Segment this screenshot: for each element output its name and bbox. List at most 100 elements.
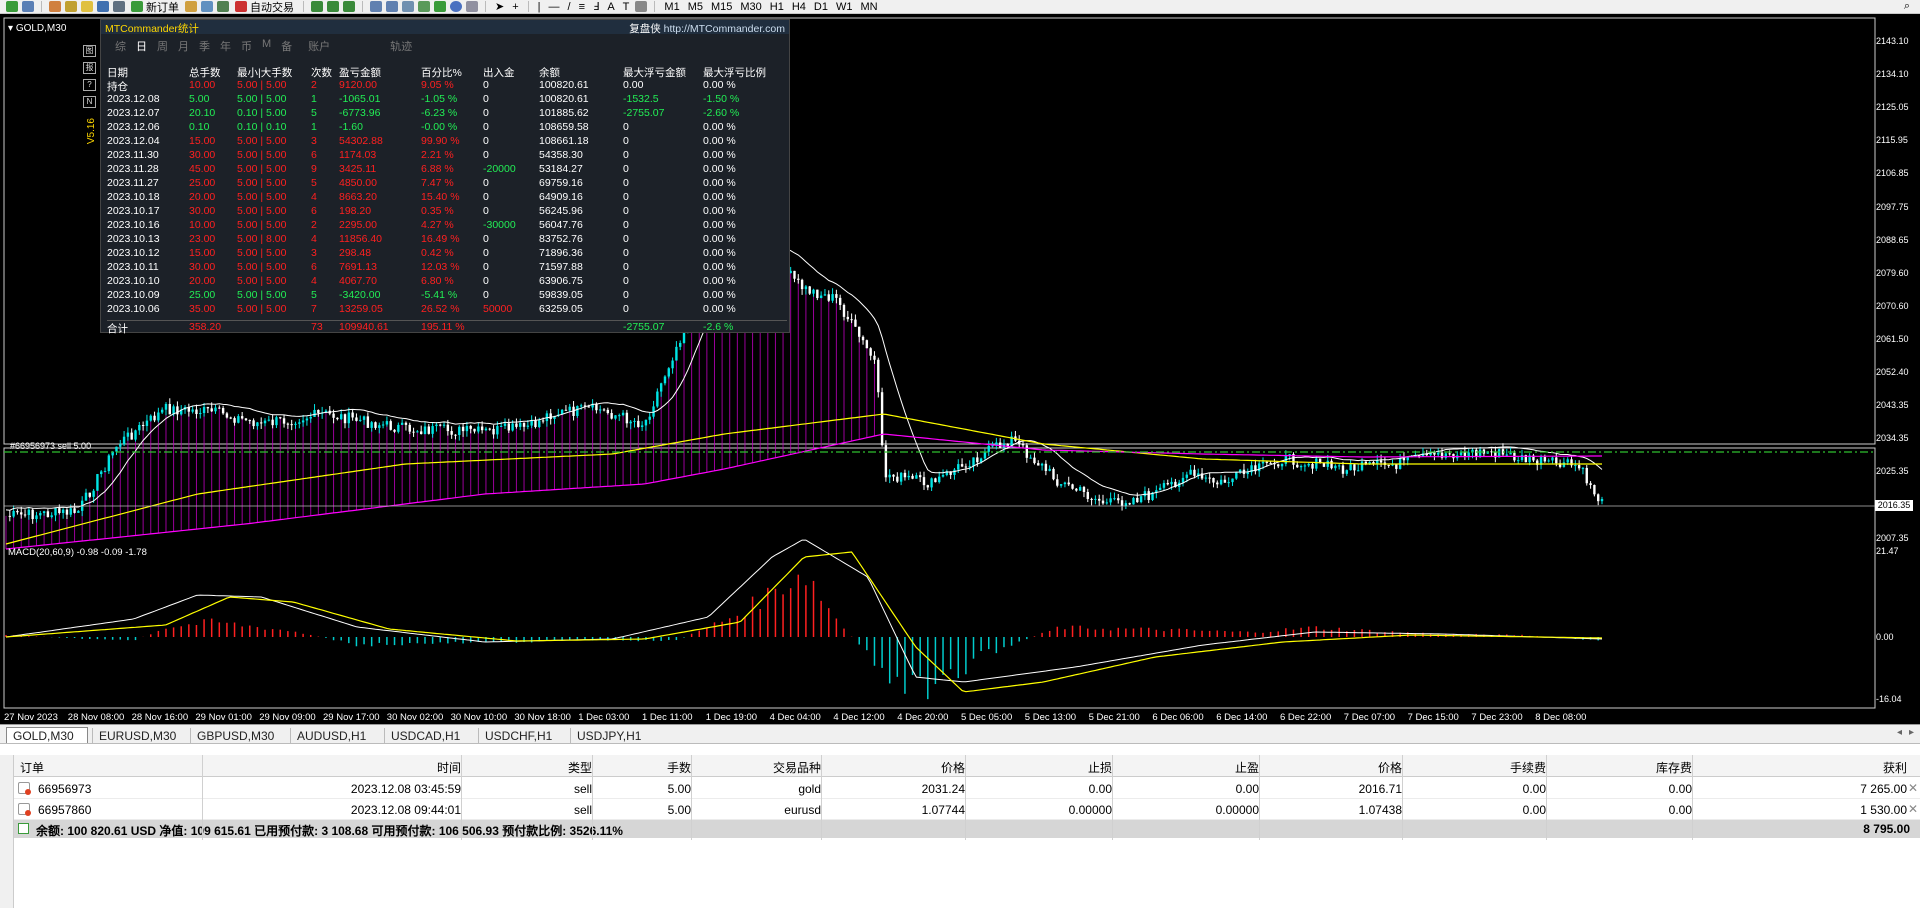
new-chart-icon[interactable]	[6, 1, 18, 12]
stats-period-tab[interactable]: 综	[115, 38, 126, 53]
market-icon[interactable]	[217, 1, 229, 12]
side-button-n[interactable]: N	[83, 96, 96, 108]
tabs-scroll-left-icon[interactable]: ◂	[1897, 727, 1902, 738]
chart-shift-icon[interactable]	[418, 1, 430, 12]
price-tick-label: 2025.35	[1876, 466, 1909, 477]
text-icon[interactable]: A	[605, 0, 616, 13]
stats-period-tab[interactable]: 年	[220, 38, 231, 53]
side-button-report[interactable]: 报	[83, 62, 96, 74]
side-button-chart[interactable]: 图	[83, 45, 96, 57]
timeframe-d1-button[interactable]: D1	[812, 0, 830, 13]
stats-period-tab[interactable]: 轨迹	[390, 38, 412, 53]
tabs-scroll-right-icon[interactable]: ▸	[1909, 727, 1914, 738]
orders-column-header[interactable]: 止盈	[1235, 759, 1259, 776]
orders-column-header[interactable]: 止损	[1088, 759, 1112, 776]
timeframe-h1-button[interactable]: H1	[768, 0, 786, 13]
order-line-label: #66956973 sell 5.00	[10, 441, 92, 451]
arrows-icon[interactable]	[635, 1, 648, 12]
stats-cell: 6	[311, 149, 317, 161]
orders-column-header[interactable]: 类型	[568, 759, 592, 776]
cursor-icon[interactable]: ➤	[493, 0, 506, 13]
trendline-icon[interactable]: /	[566, 0, 573, 13]
orders-column-header[interactable]: 库存费	[1656, 759, 1692, 776]
terminal-icon[interactable]	[97, 1, 109, 12]
chart-tab[interactable]: USDJPY,H1	[570, 728, 654, 744]
fibonacci-icon[interactable]: Ⅎ	[591, 0, 601, 13]
timeframe-m1-button[interactable]: M1	[662, 0, 681, 13]
orders-column-header[interactable]: 手数	[667, 759, 691, 776]
candle-body	[1067, 482, 1070, 485]
timeframe-m30-button[interactable]: M30	[738, 0, 763, 13]
auto-trade-button[interactable]: 自动交易	[233, 0, 296, 13]
candle-chart-icon[interactable]	[327, 1, 339, 12]
timeframe-m5-button[interactable]: M5	[686, 0, 705, 13]
orders-column-header[interactable]: 价格	[941, 759, 965, 776]
candle-body	[667, 368, 670, 377]
period-icon[interactable]	[450, 1, 462, 12]
stats-cell: 0	[623, 191, 629, 203]
favorites-icon[interactable]	[81, 1, 93, 12]
bar-chart-icon[interactable]	[311, 1, 323, 12]
timeframe-mn-button[interactable]: MN	[858, 0, 879, 13]
toolbar-separator	[527, 1, 529, 12]
equidistant-channel-icon[interactable]: ≡	[577, 0, 587, 13]
timeframe-w1-button[interactable]: W1	[834, 0, 855, 13]
stats-cell: 20.00	[189, 275, 216, 287]
meta-editor-icon[interactable]	[185, 1, 197, 12]
time-tick-label: 28 Nov 08:00	[67, 712, 125, 723]
orders-column-header[interactable]: 价格	[1378, 759, 1402, 776]
stats-period-tab[interactable]: 币	[241, 38, 252, 53]
search-icon[interactable]: ⌕	[1902, 0, 1912, 13]
close-order-icon[interactable]: ✕	[1908, 781, 1918, 795]
candle-body	[499, 425, 503, 427]
tile-windows-icon[interactable]	[402, 1, 414, 12]
stats-row: 2023.10.18 20.00 5.00 | 5.00 4 8663.20 15.40 …	[107, 191, 787, 205]
vertical-line-icon[interactable]: |	[536, 0, 543, 13]
new-order-button[interactable]: 新订单	[129, 0, 181, 13]
line-chart-icon[interactable]	[343, 1, 355, 12]
chart-tab[interactable]: AUDUSD,H1	[290, 728, 380, 744]
orders-column-header[interactable]: 手续费	[1510, 759, 1546, 776]
orders-column-header[interactable]: 时间	[437, 759, 461, 776]
stats-period-tab[interactable]: 备	[281, 38, 292, 53]
signals-icon[interactable]	[201, 1, 213, 12]
stats-link[interactable]: 复盘侠 http://MTCommander.com	[629, 21, 785, 36]
chart-window[interactable]: ▾ GOLD,M30 图 报 ? N V5.16 #66956973 sell …	[0, 14, 1920, 724]
stats-cell: -2755.07	[623, 107, 665, 119]
market-watch-icon[interactable]	[49, 1, 61, 12]
orders-column-header[interactable]: 交易品种	[773, 759, 821, 776]
price-tick-label: 2106.85	[1876, 168, 1909, 179]
horizontal-line-icon[interactable]: —	[547, 0, 562, 13]
side-button-help[interactable]: ?	[83, 79, 96, 91]
zoom-in-icon[interactable]	[370, 1, 382, 12]
order-row[interactable]: 66957860 2023.12.08 09:44:01 sell 5.00 eurus…	[14, 799, 1920, 820]
stats-period-tab[interactable]: 日	[136, 38, 147, 53]
crosshair-icon[interactable]: +	[510, 0, 520, 13]
stats-cell: 2023.10.06	[107, 303, 160, 315]
stats-period-tab[interactable]: 周	[157, 38, 168, 53]
stats-cell: 4	[311, 275, 317, 287]
chart-tab[interactable]: GOLD,M30	[6, 727, 88, 743]
order-row[interactable]: 66956973 2023.12.08 03:45:59 sell 5.00 gold 2…	[14, 778, 1920, 799]
navigator-icon[interactable]	[65, 1, 77, 12]
timeframe-m15-button[interactable]: M15	[709, 0, 734, 13]
tester-icon[interactable]	[113, 1, 125, 12]
close-order-icon[interactable]: ✕	[1908, 802, 1918, 816]
chart-tab[interactable]: USDCAD,H1	[384, 728, 474, 744]
stats-period-tab[interactable]: 账户	[308, 38, 330, 53]
orders-column-header[interactable]: 获利	[1883, 759, 1907, 776]
chart-tab[interactable]: EURUSD,M30	[92, 728, 186, 744]
templates-icon[interactable]	[466, 1, 478, 12]
profiles-icon[interactable]	[22, 1, 34, 12]
zoom-out-icon[interactable]	[386, 1, 398, 12]
stats-cell: -2.6 %	[703, 321, 734, 333]
text-label-icon[interactable]: T	[621, 0, 632, 13]
timeframe-h4-button[interactable]: H4	[790, 0, 808, 13]
indicators-icon[interactable]	[434, 1, 446, 12]
chart-tab[interactable]: USDCHF,H1	[478, 728, 566, 744]
orders-column-header[interactable]: 订单	[20, 759, 44, 776]
stats-period-tab[interactable]: M	[262, 38, 271, 52]
stats-period-tab[interactable]: 月	[178, 38, 189, 53]
stats-period-tab[interactable]: 季	[199, 38, 210, 53]
chart-tab[interactable]: GBPUSD,M30	[190, 728, 286, 744]
